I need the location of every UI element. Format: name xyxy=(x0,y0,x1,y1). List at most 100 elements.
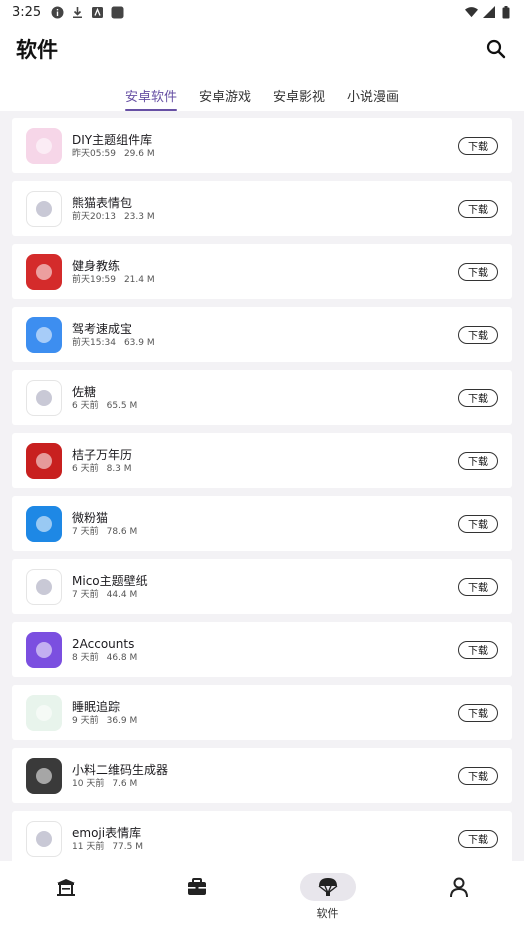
mico-wallpaper-icon xyxy=(26,568,62,605)
app-updated-time: 7 天前 xyxy=(72,526,99,537)
list-item[interactable]: 驾考速成宝 前天15:34 63.9 M 下载 xyxy=(12,307,512,362)
app-name: 2Accounts xyxy=(72,636,135,651)
two-accounts-icon xyxy=(26,631,62,668)
battery-icon xyxy=(499,5,512,19)
list-item[interactable]: emoji表情库 11 天前 77.5 M 下载 xyxy=(12,811,512,861)
app-meta: 前天15:34 63.9 M xyxy=(72,337,155,349)
app-name: 健身教练 xyxy=(72,258,121,273)
search-button[interactable] xyxy=(484,37,508,61)
app-updated-time: 7 天前 xyxy=(72,589,99,600)
download-status-icon xyxy=(71,6,84,19)
info-icon xyxy=(51,6,64,19)
app-info: 2Accounts 8 天前 46.8 M xyxy=(72,636,137,664)
app-meta: 10 天前 7.6 M xyxy=(72,778,168,790)
download-button[interactable]: 下载 xyxy=(458,577,498,596)
app-updated-time: 前天20:13 xyxy=(72,211,116,222)
app-info: 睡眠追踪 9 天前 36.9 M xyxy=(72,699,137,727)
download-button[interactable]: 下载 xyxy=(458,325,498,344)
parachute-icon xyxy=(318,878,337,896)
download-button[interactable]: 下载 xyxy=(458,514,498,533)
list-item[interactable]: Mico主题壁纸 7 天前 44.4 M 下载 xyxy=(12,559,512,614)
tab-novels-comics[interactable]: 小说漫画 xyxy=(347,86,399,111)
status-time: 3:25 xyxy=(12,4,42,20)
download-button[interactable]: 下载 xyxy=(458,766,498,785)
sleep-tracker-icon xyxy=(26,694,62,731)
tab-android-video[interactable]: 安卓影视 xyxy=(273,86,325,111)
app-updated-time: 6 天前 xyxy=(72,463,99,474)
app-meta: 7 天前 78.6 M xyxy=(72,526,137,538)
app-meta: 前天19:59 21.4 M xyxy=(72,274,155,286)
diy-theme-icon xyxy=(26,127,62,164)
app-size: 7.6 M xyxy=(112,778,138,789)
app-info: 熊猫表情包 前天20:13 23.3 M xyxy=(72,195,155,223)
app-updated-time: 11 天前 xyxy=(72,841,105,852)
app-name: 熊猫表情包 xyxy=(72,195,133,210)
app-size: 36.9 M xyxy=(106,715,138,726)
nav-item-software[interactable]: 软件 xyxy=(262,861,393,931)
app-notification-icon xyxy=(91,6,104,19)
download-button[interactable]: 下载 xyxy=(458,829,498,848)
app-info: 微粉猫 7 天前 78.6 M xyxy=(72,510,137,538)
app-updated-time: 昨天05:59 xyxy=(72,148,116,159)
tab-android-software[interactable]: 安卓软件 xyxy=(124,86,177,111)
nav-item-toolbox[interactable] xyxy=(131,861,262,931)
list-item[interactable]: 微粉猫 7 天前 78.6 M 下载 xyxy=(12,496,512,551)
app-info: DIY主题组件库 昨天05:59 29.6 M xyxy=(72,132,155,160)
category-tabs: 安卓软件 安卓游戏 安卓影视 小说漫画 xyxy=(0,74,524,111)
wifi-icon xyxy=(465,6,478,19)
qr-generator-icon xyxy=(26,757,62,794)
app-size: 8.3 M xyxy=(106,463,132,474)
app-size: 21.4 M xyxy=(123,274,155,285)
app-name: 睡眠追踪 xyxy=(72,699,121,714)
nav-item-home[interactable] xyxy=(0,861,131,931)
signal-icon xyxy=(482,6,495,19)
app-size: 44.4 M xyxy=(106,589,138,600)
app-meta: 7 天前 44.4 M xyxy=(72,589,148,601)
list-item[interactable]: 小料二维码生成器 10 天前 7.6 M 下载 xyxy=(12,748,512,803)
app-list[interactable]: DIY主题组件库 昨天05:59 29.6 M 下载 熊猫表情包 前天20:13 23.3 … xyxy=(0,111,524,861)
weifenmao-icon xyxy=(26,505,62,542)
tab-android-games[interactable]: 安卓游戏 xyxy=(199,86,251,111)
list-item[interactable]: 桔子万年历 6 天前 8.3 M 下载 xyxy=(12,433,512,488)
download-button[interactable]: 下载 xyxy=(458,388,498,407)
app-name: 桔子万年历 xyxy=(72,447,133,462)
app-name: Mico主题壁纸 xyxy=(72,573,148,588)
app-meta: 11 天前 77.5 M xyxy=(72,841,143,853)
emoji-icon xyxy=(26,820,62,857)
list-item[interactable]: DIY主题组件库 昨天05:59 29.6 M 下载 xyxy=(12,118,512,173)
app-updated-time: 6 天前 xyxy=(72,400,99,411)
zuotang-icon xyxy=(26,379,62,416)
app-meta: 昨天05:59 29.6 M xyxy=(72,148,155,160)
app-name: 驾考速成宝 xyxy=(72,321,133,336)
download-button[interactable]: 下载 xyxy=(458,640,498,659)
app-meta: 前天20:13 23.3 M xyxy=(72,211,155,223)
download-button[interactable]: 下载 xyxy=(458,199,498,218)
app-name: 佐糖 xyxy=(72,384,97,399)
list-item[interactable]: 健身教练 前天19:59 21.4 M 下载 xyxy=(12,244,512,299)
fitness-icon xyxy=(26,253,62,290)
download-button[interactable]: 下载 xyxy=(458,451,498,470)
app-name: 微粉猫 xyxy=(72,510,109,525)
list-item[interactable]: 2Accounts 8 天前 46.8 M 下载 xyxy=(12,622,512,677)
app-updated-time: 9 天前 xyxy=(72,715,99,726)
list-item[interactable]: 佐糖 6 天前 65.5 M 下载 xyxy=(12,370,512,425)
nav-item-profile[interactable] xyxy=(393,861,524,931)
calendar-icon xyxy=(26,442,62,479)
app-meta: 6 天前 8.3 M xyxy=(72,463,132,475)
download-button[interactable]: 下载 xyxy=(458,262,498,281)
page-title: 软件 xyxy=(16,38,58,62)
list-item[interactable]: 熊猫表情包 前天20:13 23.3 M 下载 xyxy=(12,181,512,236)
search-icon xyxy=(486,39,506,59)
app-size: 65.5 M xyxy=(106,400,138,411)
list-item[interactable]: 睡眠追踪 9 天前 36.9 M 下载 xyxy=(12,685,512,740)
driving-exam-icon xyxy=(26,316,62,353)
app-updated-time: 8 天前 xyxy=(72,652,99,663)
download-button[interactable]: 下载 xyxy=(458,703,498,722)
app-info: 佐糖 6 天前 65.5 M xyxy=(72,384,137,412)
download-button[interactable]: 下载 xyxy=(458,136,498,155)
app-name: DIY主题组件库 xyxy=(72,132,153,147)
app-size: 63.9 M xyxy=(123,337,155,348)
toolbox-icon xyxy=(187,878,206,895)
app-size: 77.5 M xyxy=(112,841,143,852)
profile-icon xyxy=(449,877,468,898)
